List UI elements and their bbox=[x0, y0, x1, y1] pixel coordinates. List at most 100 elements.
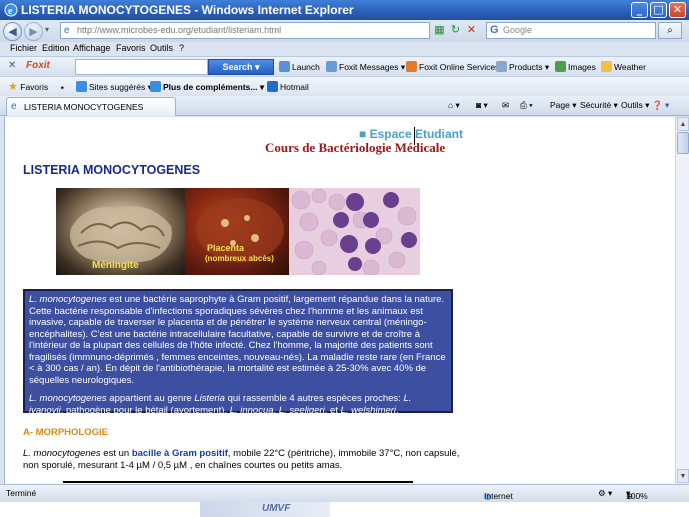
read-mail-icon[interactable]: ✉ bbox=[502, 100, 509, 111]
address-row: ◀ ▶ ▾ e http://www.microbes-edu.org/etud… bbox=[0, 20, 689, 42]
placenta-subcaption: (nombreux abcès) bbox=[205, 254, 274, 263]
suggested-sites-label: Sites suggérés bbox=[89, 82, 146, 92]
foxit-logo[interactable]: Foxit bbox=[26, 60, 50, 71]
suggested-sites-button[interactable]: Sites suggérés ▾ bbox=[76, 80, 152, 94]
search-field[interactable]: G Google bbox=[486, 22, 656, 39]
menu-favoris[interactable]: Favoris bbox=[116, 43, 146, 53]
foxit-messages-label: Foxit Messages bbox=[339, 62, 399, 72]
species-name-2: L. monocytogenes bbox=[29, 393, 107, 404]
menu-edition[interactable]: Edition bbox=[42, 43, 70, 53]
hotmail-icon bbox=[267, 81, 278, 92]
menu-fichier[interactable]: Fichier bbox=[10, 43, 37, 53]
tab-row: e LISTERIA MONOCYTOGENES ⌂ ▾ ◙ ▾ ✉ ⎙ ▾ P… bbox=[0, 96, 689, 116]
weather-label: Weather bbox=[614, 62, 646, 72]
intro-text-1: est une bactérie saprophyte à Gram posit… bbox=[29, 294, 446, 386]
security-menu-label: Sécurité bbox=[580, 100, 612, 110]
internet-zone-label: Internet bbox=[484, 491, 513, 501]
menu-outils[interactable]: Outils bbox=[150, 43, 173, 53]
add-favorite-icon[interactable]: ⭑ bbox=[60, 80, 65, 94]
placenta-photo: Placenta (nombreux abcès) bbox=[185, 188, 289, 275]
launch-label: Launch bbox=[292, 62, 320, 72]
espace-etudiant-link[interactable]: ■ Espace Etudiant bbox=[359, 127, 463, 141]
products-button[interactable]: Products ▾ bbox=[496, 60, 549, 74]
scroll-down-icon[interactable]: ▼ bbox=[677, 469, 689, 483]
intro-text-2c: , pathogène pour le bétail (avortement), bbox=[60, 404, 230, 416]
intro-paragraph-1: L. monocytogenes est une bactérie saprop… bbox=[29, 294, 447, 386]
forward-button[interactable]: ▶ bbox=[24, 22, 43, 41]
print-icon[interactable]: ⎙ ▾ bbox=[520, 100, 533, 111]
menu-help[interactable]: ? bbox=[179, 43, 184, 53]
section-morphologie-heading: A- MORPHOLOGIE bbox=[23, 427, 108, 438]
bottom-strip: UMVF bbox=[0, 502, 689, 517]
cells-illustration bbox=[291, 188, 417, 275]
menu-affichage[interactable]: Affichage bbox=[73, 43, 110, 53]
images-button[interactable]: Images bbox=[555, 60, 596, 74]
help-icon[interactable]: ❓ ▾ bbox=[652, 100, 669, 111]
back-arrow-icon: ◀ bbox=[8, 25, 17, 38]
scroll-thumb[interactable] bbox=[677, 132, 689, 154]
protected-mode-icon[interactable]: ⚙ ▾ bbox=[598, 488, 612, 499]
hotmail-button[interactable]: Hotmail bbox=[267, 80, 309, 94]
search-go-button[interactable]: ⌕ bbox=[658, 22, 682, 39]
window-title: LISTERIA MONOCYTOGENES - Windows Interne… bbox=[21, 3, 354, 17]
minimize-button[interactable]: _ bbox=[631, 2, 648, 18]
products-label: Products bbox=[509, 62, 543, 72]
zoom-label: 100% bbox=[626, 491, 648, 501]
magnifier-icon: ⌕ bbox=[667, 25, 673, 36]
more-addons-button[interactable]: Plus de compléments... ▾ bbox=[150, 80, 264, 94]
weather-button[interactable]: Weather bbox=[601, 60, 646, 74]
menu-bar: Fichier Edition Affichage Favoris Outils… bbox=[0, 42, 689, 56]
vertical-scrollbar[interactable]: ▲ ▼ bbox=[675, 117, 689, 484]
feeds-icon[interactable]: ◙ ▾ bbox=[476, 100, 488, 111]
close-toolbar-icon[interactable]: ✕ bbox=[8, 60, 16, 71]
close-button[interactable]: ✕ bbox=[669, 2, 686, 18]
tools-menu-label: Outils bbox=[621, 100, 643, 110]
forward-arrow-icon: ▶ bbox=[29, 25, 38, 38]
security-menu[interactable]: Sécurité ▾ bbox=[580, 100, 618, 111]
gram-positive-link[interactable]: bacille à Gram positif bbox=[132, 448, 228, 459]
cell-micrograph-photo bbox=[289, 188, 420, 275]
favorites-button[interactable]: ★ Favoris bbox=[8, 80, 48, 94]
more-addons-label: Plus de compléments... bbox=[163, 82, 258, 92]
morph-species-name: L. monocytogenes bbox=[23, 448, 101, 459]
foxit-messages-button[interactable]: Foxit Messages ▾ bbox=[326, 60, 405, 74]
foxit-online-services-button[interactable]: Foxit Online Services bbox=[406, 60, 499, 74]
back-button[interactable]: ◀ bbox=[3, 22, 22, 41]
page-menu-label: Page bbox=[550, 100, 570, 110]
weather-icon bbox=[601, 61, 612, 72]
refresh-icon[interactable]: ↻ bbox=[448, 23, 463, 38]
internet-explorer-icon: e bbox=[4, 3, 18, 17]
foxit-search-input[interactable] bbox=[75, 59, 208, 75]
zoom-control[interactable]: ⊕ 100% ▾ bbox=[626, 488, 648, 501]
online-services-icon bbox=[406, 61, 417, 72]
foxit-search-button[interactable]: Search ▾ bbox=[208, 59, 274, 75]
foxit-toolbar: ✕ Foxit Search ▾ Launch Foxit Messages ▾… bbox=[0, 56, 689, 76]
hotmail-label: Hotmail bbox=[280, 82, 309, 92]
intro-text-2b: qui rassemble 4 autres espèces proches: bbox=[224, 393, 404, 404]
ie-icon bbox=[76, 81, 87, 92]
launch-button[interactable]: Launch bbox=[279, 60, 320, 74]
scroll-up-icon[interactable]: ▲ bbox=[677, 117, 689, 131]
compatibility-view-icon[interactable]: ▦ bbox=[432, 23, 447, 38]
species-innocua: L. innocua bbox=[229, 404, 274, 416]
star-icon: ★ bbox=[8, 81, 18, 93]
page-tab-icon: e bbox=[11, 101, 17, 112]
intro-text-2e: , et bbox=[324, 404, 341, 416]
maximize-button[interactable]: □ bbox=[650, 2, 667, 18]
tools-menu[interactable]: Outils ▾ bbox=[621, 100, 649, 111]
foxit-online-services-label: Foxit Online Services bbox=[419, 62, 500, 72]
stop-icon[interactable]: ✕ bbox=[464, 23, 479, 38]
page-menu[interactable]: Page ▾ bbox=[550, 100, 577, 111]
tab-listeria[interactable]: e LISTERIA MONOCYTOGENES bbox=[6, 97, 176, 116]
page-icon: e bbox=[64, 25, 70, 36]
title-bar: e LISTERIA MONOCYTOGENES - Windows Inter… bbox=[0, 0, 689, 20]
launch-icon bbox=[279, 61, 290, 72]
intro-box: L. monocytogenes est une bactérie saprop… bbox=[23, 289, 453, 416]
home-icon[interactable]: ⌂ ▾ bbox=[448, 100, 460, 111]
address-field[interactable]: e http://www.microbes-edu.org/etudiant/l… bbox=[60, 22, 430, 39]
species-seeligeri: L. seeligeri bbox=[278, 404, 325, 416]
address-url[interactable]: http://www.microbes-edu.org/etudiant/lis… bbox=[77, 25, 281, 35]
history-dropdown-icon[interactable]: ▾ bbox=[45, 25, 49, 34]
google-icon: G bbox=[490, 24, 499, 36]
search-placeholder: Google bbox=[503, 25, 533, 35]
